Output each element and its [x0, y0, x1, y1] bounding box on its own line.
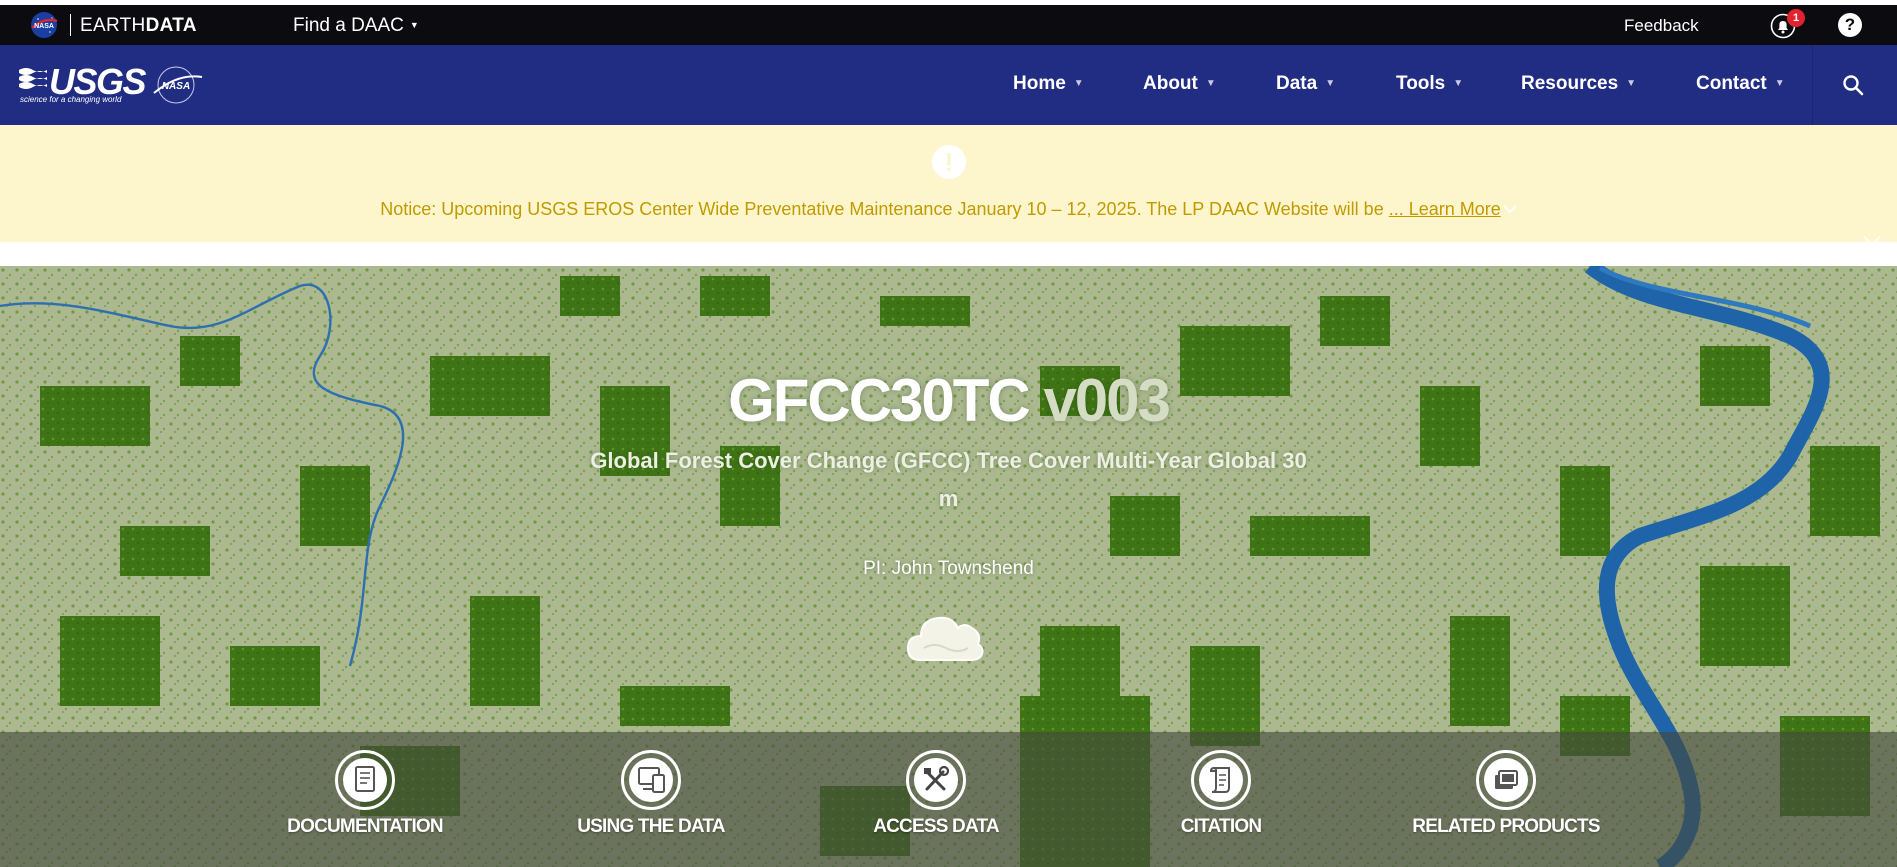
tab-icon-background	[629, 758, 673, 802]
nasa-logo-icon[interactable]: NASA	[29, 11, 59, 39]
notice-text: Notice: Upcoming USGS EROS Center Wide P…	[380, 199, 1384, 219]
document-icon	[355, 766, 375, 792]
nasa-logo-text: NASA	[34, 23, 54, 30]
earthdata-bar: NASA EARTHDATA Find a DAAC ▼ Feedback 1 ?	[0, 5, 1897, 45]
nav-item-data[interactable]: Data ▼	[1276, 73, 1335, 95]
learn-more-link[interactable]: ... Learn More	[1389, 199, 1501, 219]
nav-item-contact[interactable]: Contact ▼	[1696, 73, 1785, 95]
nav-item-label: Home	[1013, 73, 1066, 94]
principal-investigator: PI: John Townshend	[863, 558, 1034, 579]
tab-using-the-data[interactable]: USING THE DATA	[551, 732, 751, 867]
tab-documentation[interactable]: DOCUMENTATION	[265, 732, 465, 867]
help-icon[interactable]: ?	[1838, 13, 1862, 37]
notification-count-badge: 1	[1787, 9, 1805, 27]
tab-label: RELATED PRODUCTS	[1412, 816, 1600, 837]
tab-icon-ring	[335, 750, 395, 810]
product-hero: GFCC30TC v003 Global Forest Cover Change…	[0, 266, 1897, 867]
tab-related-products[interactable]: RELATED PRODUCTS	[1406, 732, 1606, 867]
devices-icon	[638, 767, 665, 793]
caret-down-icon: ▼	[1205, 78, 1216, 89]
usgs-navigation-bar: USGS science for a changing world NASA H…	[0, 45, 1897, 125]
page: NASA EARTHDATA Find a DAAC ▼ Feedback 1 ?…	[0, 0, 1897, 867]
nav-item-label: Resources	[1521, 73, 1619, 94]
caret-down-icon: ▼	[1453, 78, 1464, 89]
feedback-link[interactable]: Feedback	[1624, 16, 1699, 36]
tab-citation[interactable]: CITATION	[1121, 732, 1321, 867]
tab-label: CITATION	[1180, 816, 1262, 837]
caret-down-icon: ▼	[1073, 78, 1084, 89]
nav-item-resources[interactable]: Resources ▼	[1521, 73, 1636, 95]
caret-down-icon: ▼	[1774, 78, 1785, 89]
main-nav-menu: Home ▼ About ▼ Data ▼ Tools ▼ Resources ▼ Con…	[0, 45, 1897, 125]
nav-item-label: About	[1143, 73, 1198, 94]
product-short-name: GFCC30TC	[728, 367, 1031, 434]
earthdata-logo[interactable]: EARTHDATA	[80, 15, 197, 37]
chevron-down-icon[interactable]	[1503, 202, 1517, 216]
product-tabs-bar: DOCUMENTATION USING THE DATA ACCESS DATA…	[0, 732, 1897, 867]
tab-icon-ring	[1191, 750, 1251, 810]
nav-item-tools[interactable]: Tools ▼	[1396, 73, 1463, 95]
tab-icon-background	[343, 758, 387, 802]
find-a-daac-dropdown[interactable]: Find a DAAC ▼	[293, 15, 419, 37]
earthdata-logo-bold: DATA	[145, 15, 197, 36]
alert-icon-glyph: !	[944, 147, 954, 177]
earthdata-logo-light: EARTH	[80, 15, 146, 36]
product-subtitle: Global Forest Cover Change (GFCC) Tree C…	[590, 448, 1307, 511]
tab-icon-background	[914, 758, 958, 802]
tab-access-data[interactable]: ACCESS DATA	[836, 732, 1036, 867]
nav-item-about[interactable]: About ▼	[1143, 73, 1216, 95]
product-title: GFCC30TC v003	[0, 366, 1897, 435]
caret-down-icon: ▼	[409, 20, 419, 30]
scroll-icon	[1209, 766, 1230, 793]
maintenance-notice-banner: ! Notice: Upcoming USGS EROS Center Wide…	[0, 125, 1897, 246]
nav-item-label: Contact	[1696, 73, 1767, 94]
tab-label: DOCUMENTATION	[287, 816, 443, 837]
alert-icon: !	[932, 145, 966, 179]
layers-icon	[1495, 770, 1518, 789]
tab-label: ACCESS DATA	[873, 816, 999, 837]
search-icon	[1843, 75, 1864, 96]
product-version: v003	[1043, 367, 1170, 434]
search-button[interactable]	[1812, 45, 1897, 125]
cloud-icon[interactable]	[906, 608, 984, 664]
tab-icon-ring	[621, 750, 681, 810]
nav-item-home[interactable]: Home ▼	[1013, 73, 1084, 95]
tab-icon-ring	[906, 750, 966, 810]
caret-down-icon: ▼	[1325, 78, 1336, 89]
tab-icon-background	[1484, 758, 1528, 802]
tab-label: USING THE DATA	[577, 816, 725, 837]
tab-icon-background	[1199, 758, 1243, 802]
tab-icon-ring	[1476, 750, 1536, 810]
collapse-notice-chevron-icon[interactable]	[1862, 235, 1882, 247]
nav-item-label: Tools	[1396, 73, 1446, 94]
caret-down-icon: ▼	[1626, 78, 1637, 89]
nav-item-label: Data	[1276, 73, 1318, 94]
find-a-daac-label: Find a DAAC	[293, 15, 404, 36]
notice-message: Notice: Upcoming USGS EROS Center Wide P…	[0, 199, 1897, 220]
tools-icon	[924, 765, 950, 791]
earthdata-divider	[70, 14, 71, 36]
